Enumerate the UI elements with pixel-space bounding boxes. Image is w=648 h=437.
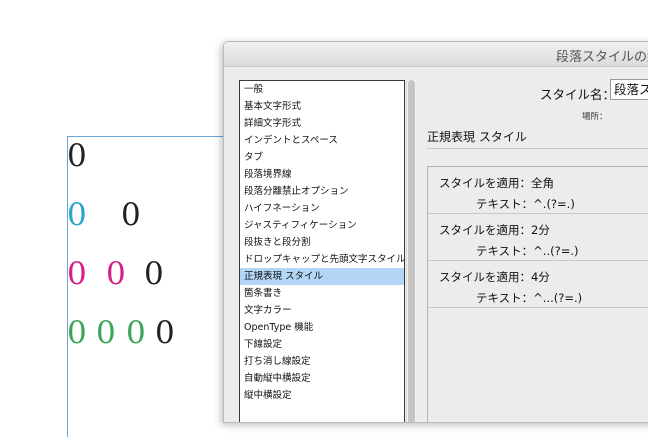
- location-label: 場所：: [582, 112, 608, 122]
- document-glyph: 0: [67, 197, 87, 233]
- grep-style-list[interactable]: スタイルを適用：全角 テキスト：^.(?=.) スタイルを適用：2分 テキスト：^..…: [427, 166, 648, 422]
- dialog-titlebar[interactable]: 段落スタイルの編: [224, 42, 648, 67]
- document-glyph: 0: [67, 256, 87, 292]
- category-item[interactable]: 段抜きと段分割: [240, 234, 404, 251]
- category-item[interactable]: 段落分離禁止オプション: [240, 183, 404, 200]
- grep-rule[interactable]: スタイルを適用：4分テキスト：^...(?=.): [428, 261, 648, 308]
- category-item[interactable]: 縦中横設定: [240, 387, 404, 404]
- document-glyph: 0: [144, 256, 164, 292]
- category-scroll-thumb[interactable]: [408, 80, 415, 422]
- category-item[interactable]: OpenType 機能: [240, 319, 404, 336]
- dialog-title: 段落スタイルの編: [556, 50, 648, 65]
- apply-style-label[interactable]: スタイルを適用：2分: [439, 222, 550, 238]
- section-title: 正規表現 スタイル: [427, 130, 527, 144]
- category-list[interactable]: 一般 基本文字形式 詳細文字形式 インデントとスペース タブ 段落境界線 段落分離禁止オプシ…: [239, 80, 405, 422]
- document-glyph: 0: [121, 197, 141, 233]
- category-item[interactable]: 打ち消し線設定: [240, 353, 404, 370]
- category-item[interactable]: 自動縦中横設定: [240, 370, 404, 387]
- grep-rule[interactable]: スタイルを適用：全角テキスト：^.(?=.): [428, 167, 648, 214]
- category-item[interactable]: 下線設定: [240, 336, 404, 353]
- document-glyph: 0: [106, 256, 126, 292]
- document-glyph: 0: [96, 315, 116, 351]
- category-item[interactable]: タブ: [240, 149, 404, 166]
- category-item[interactable]: 箇条書き: [240, 285, 404, 302]
- category-item[interactable]: 文字カラー: [240, 302, 404, 319]
- paragraph-style-dialog: 段落スタイルの編 一般基本文字形式詳細文字形式インデントとスペースタブ段落境界線…: [223, 41, 648, 423]
- category-item[interactable]: ジャスティフィケーション: [240, 217, 404, 234]
- category-item[interactable]: 詳細文字形式: [240, 115, 404, 132]
- grep-text-label[interactable]: テキスト：^.(?=.): [476, 196, 575, 212]
- category-item[interactable]: 正規表現 スタイル: [240, 268, 404, 285]
- category-item[interactable]: 段落境界線: [240, 166, 404, 183]
- style-name-label: スタイル名：: [540, 87, 616, 102]
- apply-style-label[interactable]: スタイルを適用：4分: [439, 269, 550, 285]
- category-item[interactable]: ドロップキャップと先頭文字スタイル: [240, 251, 404, 268]
- category-item[interactable]: 基本文字形式: [240, 98, 404, 115]
- document-glyph: 0: [155, 315, 175, 351]
- category-item[interactable]: ハイフネーション: [240, 200, 404, 217]
- document-glyph: 0: [67, 315, 87, 351]
- apply-style-label[interactable]: スタイルを適用：全角: [439, 175, 554, 191]
- document-glyph: 0: [67, 138, 87, 174]
- category-scrollbar[interactable]: [406, 80, 416, 422]
- grep-text-label[interactable]: テキスト：^..(?=.): [476, 243, 578, 259]
- category-item[interactable]: インデントとスペース: [240, 132, 404, 149]
- document-glyph: 0: [126, 315, 146, 351]
- category-item[interactable]: 一般: [240, 81, 404, 98]
- section-divider: [427, 148, 648, 149]
- grep-rule[interactable]: スタイルを適用：2分テキスト：^..(?=.): [428, 214, 648, 261]
- style-name-input[interactable]: 段落ス: [610, 79, 648, 100]
- grep-text-label[interactable]: テキスト：^...(?=.): [476, 290, 582, 306]
